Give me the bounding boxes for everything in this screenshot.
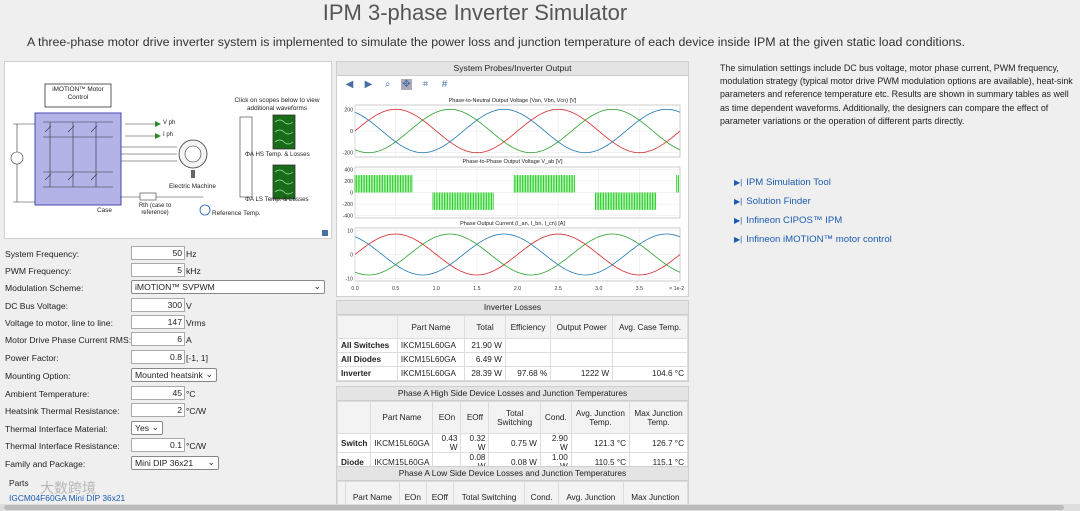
x-scale-label: × 1e-2 xyxy=(669,286,684,292)
ls-scope-label[interactable]: ΦA LS Temp. & Losses xyxy=(245,196,309,203)
x-tick: 0.5 xyxy=(392,286,399,292)
x-tick: 3.5 xyxy=(636,286,643,292)
case-label: Case xyxy=(97,207,112,214)
inverter-losses-title: Inverter Losses xyxy=(337,301,688,315)
x-tick: 0.0 xyxy=(351,286,358,292)
tim-select[interactable]: Yes ⌄ xyxy=(131,421,163,435)
dc-source-icon xyxy=(10,151,24,165)
description-text: The simulation settings include DC bus v… xyxy=(720,63,1073,126)
reference-temp-label: Reference Temp. xyxy=(212,210,261,217)
x-tick: 1.5 xyxy=(473,286,480,292)
pwm-frequency-input[interactable]: 5 xyxy=(131,263,185,277)
ambient-input[interactable]: 45 xyxy=(131,386,185,400)
phase-current-input[interactable]: 6 xyxy=(131,332,185,346)
iph-label: I ph xyxy=(163,132,174,138)
related-links: ▶| IPM Simulation Tool ▶| Solution Finder … xyxy=(734,177,892,253)
plot3-ytick: -10 xyxy=(346,277,354,283)
rth-label: Rth (case to reference) xyxy=(138,203,172,216)
controller-label: iMOTION™ Motor Control xyxy=(52,86,104,101)
table-row: Inverter IKCM15L60GA 28.39 W 97.68 % 1222 W1… xyxy=(337,366,688,381)
table-row: All Switches IKCM15L60GA 21.90 W xyxy=(337,338,688,353)
plot3-ytick: 10 xyxy=(347,228,353,234)
chevron-down-icon: ⌄ xyxy=(207,457,215,467)
watermark: 大数跨境 xyxy=(40,480,96,496)
system-frequency-input[interactable]: 50 xyxy=(131,246,185,260)
plot1-ytick: 200 xyxy=(344,107,353,113)
plot2-ytick: 0 xyxy=(350,191,353,197)
plot3-ytick: 0 xyxy=(350,253,353,259)
link-solution-finder[interactable]: ▶| Solution Finder xyxy=(734,196,892,215)
arrow-right-icon: ▶| xyxy=(734,216,743,225)
inverter-losses-table: Inverter Losses Part Name Total Efficien… xyxy=(336,300,689,382)
page-title: IPM 3-phase Inverter Simulator xyxy=(322,0,628,25)
arrow-right-icon: ▶| xyxy=(734,178,743,187)
ipm-block xyxy=(34,112,122,206)
probe-panel: System Probes/Inverter Output ◀ ▶ ⌕ ✥ ⌗ … xyxy=(336,61,689,297)
arrow-right-icon: ▶| xyxy=(734,197,743,206)
x-tick: 2.0 xyxy=(514,286,521,292)
low-side-title: Phase A Low Side Device Losses and Junct… xyxy=(337,467,688,481)
x-tick: 2.5 xyxy=(555,286,562,292)
plot1-ytick: 0 xyxy=(350,129,353,135)
family-select[interactable]: Mini DIP 36x21 ⌄ xyxy=(131,456,219,470)
link-imotion[interactable]: ▶| Infineon iMOTION™ motor control xyxy=(734,234,892,253)
rth-resistor xyxy=(139,192,157,201)
phase-wires xyxy=(121,123,177,162)
scope-hint: Click on scopes below to view additional… xyxy=(234,97,320,112)
high-side-title: Phase A High Side Device Losses and Junc… xyxy=(337,387,688,401)
plot2-ytick: -200 xyxy=(343,202,353,208)
chevron-down-icon: ⌄ xyxy=(151,422,159,432)
arrow-right-icon: ▶| xyxy=(734,235,743,244)
dc-bus-input[interactable]: 300 xyxy=(131,298,185,312)
parts-label: Parts xyxy=(9,478,29,488)
plot2-ytick: 400 xyxy=(344,167,353,173)
mounting-select[interactable]: Mounted heatsink ⌄ xyxy=(131,368,217,382)
machine-label: Electric Machine xyxy=(169,183,216,190)
modulation-select[interactable]: iMOTION™ SVPWM ⌄ xyxy=(131,280,325,294)
iph-probe-icon xyxy=(155,133,161,139)
vph-label: V ph xyxy=(163,120,176,126)
table-row: Switch IKCM15L60GA 0.43 W 0.32 W 0.75 W 2.90 … xyxy=(336,433,688,453)
tim-resistance-input[interactable]: 0.1 xyxy=(131,438,185,452)
link-ipm-simulation-tool[interactable]: ▶| IPM Simulation Tool xyxy=(734,177,892,196)
heatsink-resistance-input[interactable]: 2 xyxy=(131,403,185,417)
voltage-motor-input[interactable]: 147 xyxy=(131,315,185,329)
x-tick: 1.0 xyxy=(433,286,440,292)
reference-temp-icon xyxy=(199,204,211,216)
plot2-ytick: -400 xyxy=(343,214,353,220)
chevron-down-icon: ⌄ xyxy=(205,369,213,379)
hs-scope-label[interactable]: ΦA HS Temp. & Losses xyxy=(245,151,310,158)
link-cipos-ipm[interactable]: ▶| Infineon CIPOS™ IPM xyxy=(734,215,892,234)
schematic-panel: iMOTION™ Motor Control V ph I ph Electri… xyxy=(4,61,332,239)
plot1-ytick: -200 xyxy=(343,151,353,157)
chevron-down-icon: ⌄ xyxy=(313,281,321,291)
scrollbar-thumb[interactable] xyxy=(4,505,1064,510)
page-subtitle: A three-phase motor drive inverter syste… xyxy=(27,35,966,49)
low-side-table: Phase A Low Side Device Losses and Junct… xyxy=(336,466,689,508)
vph-probe-icon xyxy=(155,121,161,127)
waveform-plots[interactable]: 200 0 -200 400 200 0 -200 -400 10 0 -10 0.0 0.5 1.0 1.… xyxy=(337,62,688,296)
table-row: All Diodes IKCM15L60GA 6.49 W xyxy=(337,352,688,367)
plot2-ytick: 200 xyxy=(344,179,353,185)
power-factor-input[interactable]: 0.8 xyxy=(131,350,185,364)
x-tick: 3.0 xyxy=(595,286,602,292)
high-side-table: Phase A High Side Device Losses and Junc… xyxy=(336,386,689,473)
